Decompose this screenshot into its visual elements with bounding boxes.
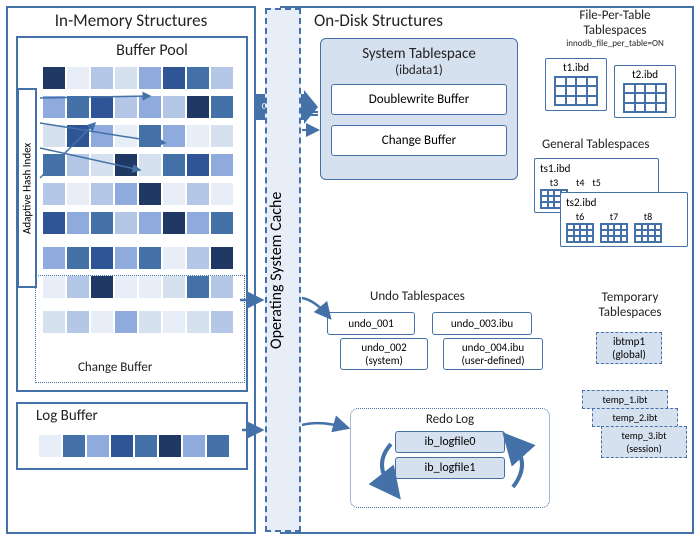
buffer-pool-title: Buffer Pool	[58, 41, 246, 60]
log-buffer-panel: Log Buffer	[16, 402, 248, 470]
buffer-pool-panel: Buffer Pool Adaptive Hash Index Change B…	[16, 36, 248, 392]
undo-004: undo_004.ibu(user-defined)	[443, 338, 543, 370]
temp1: temp_1.ibt	[582, 390, 668, 409]
system-tablespace: System Tablespace (ibdata1) Doublewrite …	[320, 38, 518, 180]
in-memory-title: In-Memory Structures	[8, 10, 254, 31]
ts2-ibd: ts2.ibd t6 t7 t8	[560, 192, 688, 247]
change-buffer-disk: Change Buffer	[331, 125, 507, 156]
fpt-sub: Tablespaces	[540, 23, 690, 38]
ib-logfile0: ib_logfile0	[395, 431, 505, 453]
in-memory-panel: In-Memory Structures Buffer Pool Adaptiv…	[6, 6, 256, 534]
temp3: temp_3.ibt(session)	[601, 426, 687, 458]
t2-ibd: t2.ibd	[614, 65, 676, 118]
redo-title: Redo Log	[351, 412, 549, 427]
undo-001: undo_001	[327, 312, 415, 335]
temp-title: Temporary	[580, 290, 680, 305]
log-buffer-grid	[38, 434, 230, 463]
t1-ibd: t1.ibd	[545, 58, 607, 111]
undo-title: Undo Tablespaces	[370, 289, 465, 304]
fpt-title: File-Per-Table	[540, 8, 690, 23]
temp-sub: Tablespaces	[580, 305, 680, 320]
temp2: temp_2.ibt	[592, 408, 678, 427]
undo-002: undo_002(system)	[340, 338, 428, 370]
fpt-cfg: innodb_file_per_table=ON	[540, 38, 690, 49]
fpt-section: File-Per-Table Tablespaces innodb_file_p…	[540, 8, 690, 49]
change-buffer-label: Change Buffer	[78, 360, 152, 375]
ib-logfile1: ib_logfile1	[395, 457, 505, 479]
undo-003: undo_003.ibu	[432, 312, 532, 335]
ibtmp1: ibtmp1(global)	[596, 332, 662, 364]
gen-tbs-title: General Tablespaces	[542, 137, 649, 152]
log-buffer-title: Log Buffer	[28, 407, 246, 425]
ahi-label: Adaptive Hash Index	[17, 88, 37, 288]
sys-tbs-sub: (ibdata1)	[331, 63, 507, 78]
redo-log-panel: Redo Log ib_logfile0 ib_logfile1	[350, 408, 550, 508]
sys-tbs-title: System Tablespace	[331, 45, 507, 63]
temp-section: Temporary Tablespaces	[580, 290, 680, 320]
doublewrite-buffer: Doublewrite Buffer	[331, 84, 507, 115]
